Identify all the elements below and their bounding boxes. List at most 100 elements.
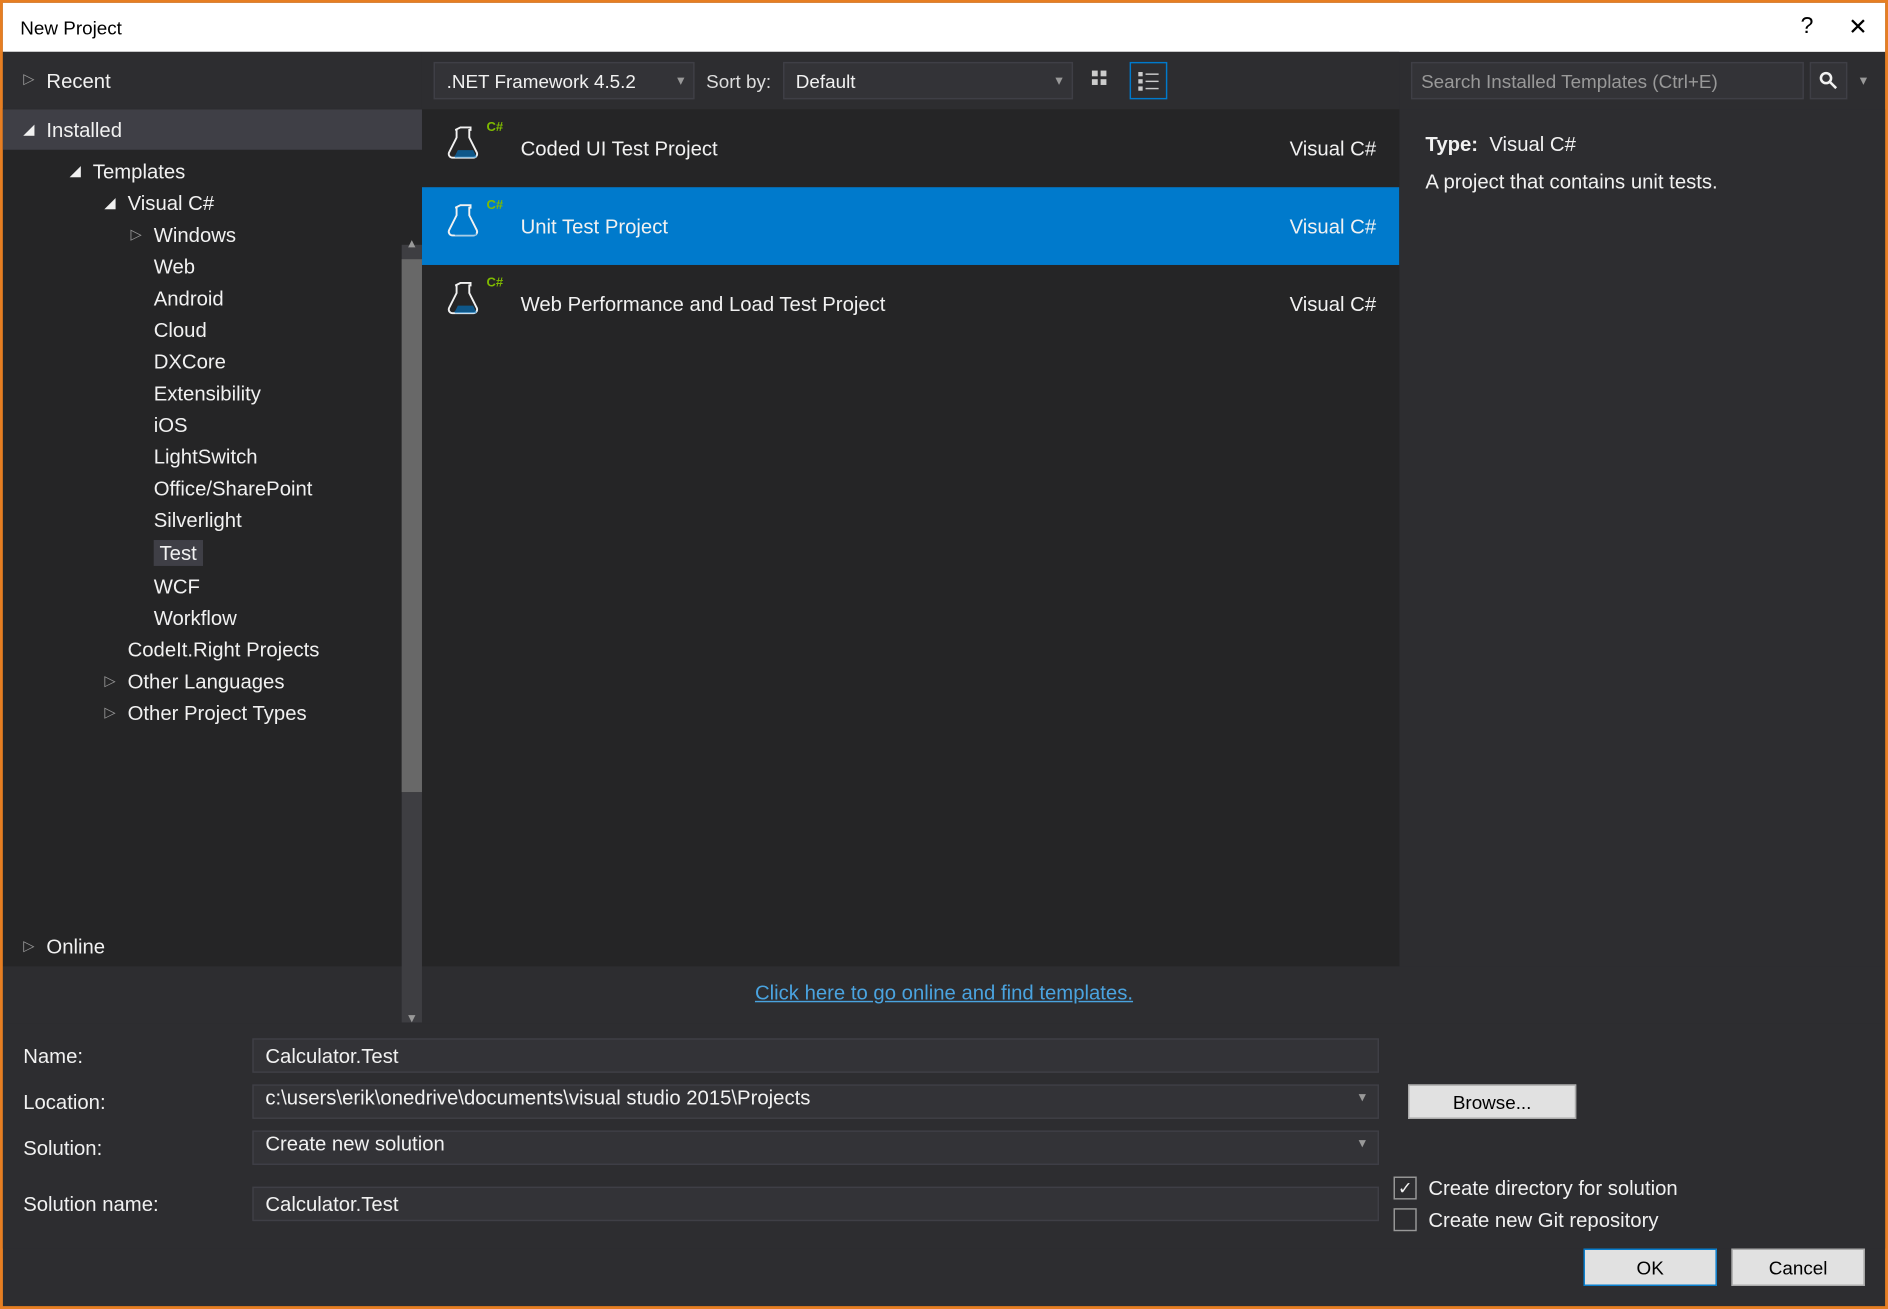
name-input[interactable]: [252, 1038, 1379, 1073]
toolbar: .NET Framework 4.5.2 Sort by: Default: [422, 52, 1399, 110]
tree-category-ios[interactable]: iOS: [3, 409, 422, 441]
template-list: C# Coded UI Test Project Visual C# C# Un…: [422, 109, 1399, 966]
online-templates-link[interactable]: Click here to go online and find templat…: [755, 981, 1133, 1004]
tree-category-web[interactable]: Web: [3, 251, 422, 283]
sidebar-online[interactable]: ▷ Online: [3, 926, 422, 966]
sort-by-label: Sort by:: [706, 70, 771, 92]
search-placeholder: Search Installed Templates (Ctrl+E): [1421, 70, 1718, 92]
tree-templates-label: Templates: [93, 160, 186, 183]
tree-other-languages[interactable]: ▷ Other Languages: [3, 665, 422, 697]
create-directory-checkbox[interactable]: ✓ Create directory for solution: [1394, 1177, 1865, 1200]
template-row[interactable]: C# Coded UI Test Project Visual C#: [422, 109, 1399, 187]
tree-category-office-sharepoint[interactable]: Office/SharePoint: [3, 472, 422, 504]
sidebar: ◢ Installed ◢ Templates ◢ Visual C# ▷Win…: [3, 109, 422, 966]
chevron-right-icon: ▷: [104, 673, 119, 689]
tree-category-label: Windows: [154, 223, 236, 246]
small-icons-view-button[interactable]: [1084, 63, 1119, 98]
detail-pane: Type: Visual C# A project that contains …: [1399, 109, 1885, 966]
sidebar-online-label: Online: [46, 935, 105, 958]
tree-category-workflow[interactable]: Workflow: [3, 602, 422, 634]
sidebar-installed[interactable]: ◢ Installed: [3, 109, 422, 149]
flask-icon: C#: [445, 200, 497, 252]
form-area: Name: Location: c:\users\erik\onedrive\d…: [3, 1024, 1885, 1249]
search-dropdown-icon[interactable]: ▾: [1853, 62, 1873, 99]
tree-templates[interactable]: ◢ Templates: [3, 156, 422, 188]
topbar: ▷ Recent .NET Framework 4.5.2 Sort by: D…: [3, 52, 1885, 110]
sidebar-recent[interactable]: ▷ Recent: [23, 64, 131, 96]
search-area: Search Installed Templates (Ctrl+E) ▾: [1399, 52, 1885, 110]
new-project-dialog: New Project ? ✕ ▷ Recent .NET Framework …: [0, 0, 1888, 1309]
solution-label: Solution:: [23, 1136, 252, 1159]
solution-name-input[interactable]: [252, 1187, 1379, 1222]
sort-dropdown[interactable]: Default: [783, 62, 1073, 99]
sort-dropdown-label: Default: [796, 70, 856, 92]
search-icon-button[interactable]: [1810, 62, 1848, 99]
template-language: Visual C#: [1290, 292, 1377, 315]
tree-category-windows[interactable]: ▷Windows: [3, 219, 422, 251]
sidebar-scrollbar[interactable]: ▴ ▾: [402, 245, 422, 1023]
cancel-button[interactable]: Cancel: [1731, 1249, 1864, 1286]
tree-category-label: Android: [154, 287, 224, 310]
flask-icon: C#: [445, 122, 497, 174]
create-git-checkbox[interactable]: Create new Git repository: [1394, 1208, 1865, 1231]
tree-category-wcf[interactable]: WCF: [3, 570, 422, 602]
search-input[interactable]: Search Installed Templates (Ctrl+E): [1411, 62, 1804, 99]
tree-category-dxcore[interactable]: DXCore: [3, 346, 422, 378]
tree-codeit-label: CodeIt.Right Projects: [128, 638, 320, 661]
chevron-down-icon: ◢: [104, 195, 119, 211]
name-label: Name:: [23, 1044, 252, 1067]
template-name: Unit Test Project: [521, 215, 1267, 238]
solution-value: Create new solution: [265, 1132, 444, 1155]
tree-visual-csharp[interactable]: ◢ Visual C#: [3, 187, 422, 219]
help-button[interactable]: ?: [1801, 14, 1814, 40]
tree-category-lightswitch[interactable]: LightSwitch: [3, 441, 422, 473]
tree-category-label: Web: [154, 255, 195, 278]
list-view-button[interactable]: [1131, 63, 1166, 98]
tree-category-label: WCF: [154, 575, 200, 598]
tree-category-label: Cloud: [154, 318, 207, 341]
scroll-down-icon[interactable]: ▾: [402, 1011, 422, 1031]
sidebar-top-spacer: ▷ Recent: [3, 52, 422, 110]
template-language: Visual C#: [1290, 215, 1377, 238]
solution-dropdown[interactable]: Create new solution: [252, 1130, 1379, 1165]
tree-category-label: Extensibility: [154, 382, 261, 405]
create-directory-label: Create directory for solution: [1428, 1177, 1677, 1200]
tree-category-extensibility[interactable]: Extensibility: [3, 377, 422, 409]
template-name: Coded UI Test Project: [521, 137, 1267, 160]
titlebar: New Project ? ✕: [3, 3, 1885, 52]
tree-category-cloud[interactable]: Cloud: [3, 314, 422, 346]
detail-type-value: Visual C#: [1489, 132, 1576, 155]
detail-description: A project that contains unit tests.: [1425, 170, 1859, 193]
framework-dropdown[interactable]: .NET Framework 4.5.2: [434, 62, 695, 99]
location-input[interactable]: c:\users\erik\onedrive\documents\visual …: [252, 1084, 1379, 1119]
template-row[interactable]: C# Web Performance and Load Test Project…: [422, 265, 1399, 343]
location-label: Location:: [23, 1090, 252, 1113]
tree-category-label: Office/SharePoint: [154, 477, 313, 500]
scroll-up-icon[interactable]: ▴: [402, 236, 422, 256]
chevron-right-icon: ▷: [104, 705, 119, 721]
csharp-badge-icon: C#: [486, 197, 503, 211]
tree-other-project-types[interactable]: ▷ Other Project Types: [3, 697, 422, 729]
tree-category-silverlight[interactable]: Silverlight: [3, 504, 422, 536]
ok-button[interactable]: OK: [1583, 1249, 1716, 1286]
close-button[interactable]: ✕: [1848, 13, 1867, 42]
tree-category-label: LightSwitch: [154, 445, 258, 468]
location-value: c:\users\erik\onedrive\documents\visual …: [265, 1086, 810, 1109]
dialog-body: ◢ Installed ◢ Templates ◢ Visual C# ▷Win…: [3, 109, 1885, 966]
tree-category-label: Silverlight: [154, 508, 242, 531]
csharp-badge-icon: C#: [486, 275, 503, 289]
dialog-buttons: OK Cancel: [3, 1249, 1885, 1307]
tree-visual-csharp-label: Visual C#: [128, 192, 215, 215]
tree-category-label: iOS: [154, 413, 188, 436]
tree-category-android[interactable]: Android: [3, 282, 422, 314]
sidebar-scrollbar-thumb[interactable]: [402, 259, 422, 792]
template-row[interactable]: C# Unit Test Project Visual C#: [422, 187, 1399, 265]
sidebar-installed-label: Installed: [46, 118, 122, 141]
chevron-down-icon: ◢: [23, 122, 38, 138]
tree-codeit[interactable]: CodeIt.Right Projects: [3, 634, 422, 666]
template-name: Web Performance and Load Test Project: [521, 292, 1267, 315]
tree-category-test[interactable]: Test: [3, 536, 422, 571]
browse-button[interactable]: Browse...: [1408, 1084, 1576, 1119]
tree-other-types-label: Other Project Types: [128, 701, 307, 724]
tree-category-label: Workflow: [154, 606, 237, 629]
